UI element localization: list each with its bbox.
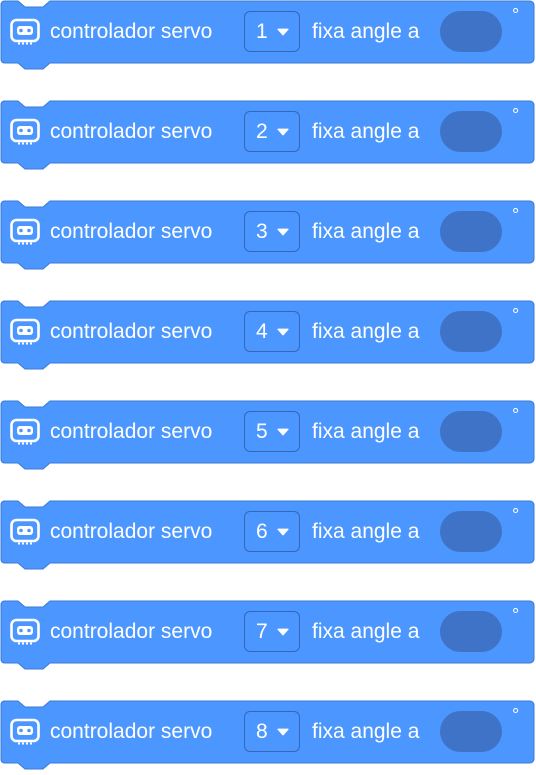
block-label-controlador-servo: controlador servo (50, 320, 213, 343)
servo-block[interactable]: controlador servo 4 fixa angle a ° (0, 300, 536, 380)
degree-symbol: ° (512, 105, 520, 125)
block-label-fixa-angle: fixa angle a (312, 120, 420, 143)
block-label-fixa-angle: fixa angle a (312, 420, 420, 443)
angle-input[interactable] (440, 711, 502, 752)
microbit-board-icon (10, 618, 40, 645)
microbit-board-icon (10, 218, 40, 245)
block-label-controlador-servo: controlador servo (50, 720, 213, 743)
block-label-fixa-angle: fixa angle a (312, 320, 420, 343)
angle-input[interactable] (440, 411, 502, 452)
servo-number-value: 6 (256, 520, 268, 543)
block-label-controlador-servo: controlador servo (50, 420, 213, 443)
servo-block[interactable]: controlador servo 2 fixa angle a ° (0, 100, 536, 180)
block-label-fixa-angle: fixa angle a (312, 620, 420, 643)
servo-block[interactable]: controlador servo 6 fixa angle a ° (0, 500, 536, 580)
caret-down-icon (277, 628, 289, 636)
block-label-controlador-servo: controlador servo (50, 120, 213, 143)
servo-number-dropdown[interactable]: 2 (244, 111, 300, 152)
caret-down-icon (277, 128, 289, 136)
servo-block[interactable]: controlador servo 5 fixa angle a ° (0, 400, 536, 480)
degree-symbol: ° (512, 405, 520, 425)
servo-number-value: 3 (256, 220, 268, 243)
servo-number-dropdown[interactable]: 6 (244, 511, 300, 552)
servo-number-value: 1 (256, 20, 268, 43)
degree-symbol: ° (512, 205, 520, 225)
angle-input[interactable] (440, 511, 502, 552)
servo-number-value: 5 (256, 420, 268, 443)
block-label-controlador-servo: controlador servo (50, 520, 213, 543)
servo-number-dropdown[interactable]: 7 (244, 611, 300, 652)
degree-symbol: ° (512, 305, 520, 325)
caret-down-icon (277, 728, 289, 736)
caret-down-icon (277, 428, 289, 436)
block-workspace: controlador servo 1 fixa angle a ° controlad… (0, 0, 536, 775)
angle-input[interactable] (440, 211, 502, 252)
degree-symbol: ° (512, 505, 520, 525)
servo-number-dropdown[interactable]: 3 (244, 211, 300, 252)
degree-symbol: ° (512, 5, 520, 25)
microbit-board-icon (10, 718, 40, 745)
servo-block[interactable]: controlador servo 1 fixa angle a ° (0, 0, 536, 80)
block-label-fixa-angle: fixa angle a (312, 20, 420, 43)
block-label-fixa-angle: fixa angle a (312, 220, 420, 243)
degree-symbol: ° (512, 605, 520, 625)
microbit-board-icon (10, 118, 40, 145)
servo-number-dropdown[interactable]: 4 (244, 311, 300, 352)
servo-number-value: 8 (256, 720, 268, 743)
servo-number-dropdown[interactable]: 5 (244, 411, 300, 452)
servo-number-dropdown[interactable]: 8 (244, 711, 300, 752)
microbit-board-icon (10, 418, 40, 445)
angle-input[interactable] (440, 11, 502, 52)
caret-down-icon (277, 528, 289, 536)
caret-down-icon (277, 328, 289, 336)
servo-block[interactable]: controlador servo 8 fixa angle a ° (0, 700, 536, 775)
microbit-board-icon (10, 518, 40, 545)
servo-number-value: 4 (256, 320, 268, 343)
block-label-fixa-angle: fixa angle a (312, 720, 420, 743)
caret-down-icon (277, 28, 289, 36)
angle-input[interactable] (440, 311, 502, 352)
servo-block[interactable]: controlador servo 3 fixa angle a ° (0, 200, 536, 280)
block-label-controlador-servo: controlador servo (50, 220, 213, 243)
servo-number-value: 2 (256, 120, 268, 143)
servo-number-dropdown[interactable]: 1 (244, 11, 300, 52)
servo-number-value: 7 (256, 620, 268, 643)
caret-down-icon (277, 228, 289, 236)
angle-input[interactable] (440, 111, 502, 152)
block-label-controlador-servo: controlador servo (50, 20, 213, 43)
servo-block[interactable]: controlador servo 7 fixa angle a ° (0, 600, 536, 680)
block-label-fixa-angle: fixa angle a (312, 520, 420, 543)
angle-input[interactable] (440, 611, 502, 652)
degree-symbol: ° (512, 705, 520, 725)
microbit-board-icon (10, 318, 40, 345)
block-label-controlador-servo: controlador servo (50, 620, 213, 643)
microbit-board-icon (10, 18, 40, 45)
